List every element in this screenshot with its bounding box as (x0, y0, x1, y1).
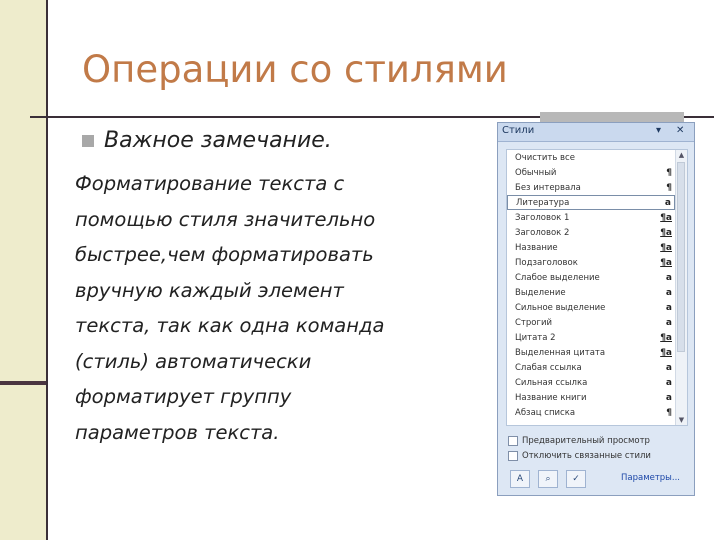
option-preview[interactable]: Предварительный просмотр (508, 436, 650, 446)
style-item[interactable]: Абзац списка ¶ (507, 405, 675, 420)
style-type-icon: ¶a (660, 257, 672, 268)
preview-checkbox[interactable] (508, 436, 518, 446)
scroll-thumb[interactable] (677, 162, 685, 352)
style-type-icon: ¶ (666, 182, 672, 193)
style-item[interactable]: Название ¶a (507, 240, 675, 255)
style-item-label: Выделенная цитата (515, 347, 606, 358)
style-item-label: Заголовок 1 (515, 212, 570, 223)
style-type-icon: a (665, 317, 672, 328)
pane-menu-chevron-icon[interactable]: ▾ (656, 125, 661, 137)
body-line: текста, так как одна команда (75, 314, 385, 337)
body-paragraph: Форматирование текста с помощью стиля зн… (75, 166, 480, 450)
style-item-label: Подзаголовок (515, 257, 578, 268)
style-inspector-icon[interactable]: ⌕ (538, 470, 558, 488)
style-item-label: Название (515, 242, 558, 253)
screenshot-shadow-strip (540, 112, 684, 122)
option-preview-label: Предварительный просмотр (522, 436, 650, 446)
body-line: Форматирование текста с (75, 172, 345, 195)
style-item[interactable]: Слабая ссылка a (507, 360, 675, 375)
style-type-icon: a (665, 377, 672, 388)
styles-pane-title: Стили (502, 125, 535, 136)
style-item-label: Сильное выделение (515, 302, 606, 313)
style-type-icon: ¶ (666, 167, 672, 178)
style-item-label: Слабое выделение (515, 272, 600, 283)
style-type-icon: a (665, 392, 672, 403)
style-item[interactable]: Обычный ¶ (507, 165, 675, 180)
style-item[interactable]: Без интервала ¶ (507, 180, 675, 195)
style-item-label: Заголовок 2 (515, 227, 570, 238)
styles-scrollbar[interactable]: ▲ ▼ (675, 150, 687, 425)
style-item[interactable]: Слабое выделение a (507, 270, 675, 285)
disable-linked-checkbox[interactable] (508, 451, 518, 461)
style-item-label: Сильная ссылка (515, 377, 588, 388)
style-type-icon: ¶a (660, 227, 672, 238)
pane-close-icon[interactable]: ✕ (676, 125, 684, 137)
style-item[interactable]: Заголовок 2 ¶a (507, 225, 675, 240)
style-item-label: Слабая ссылка (515, 362, 582, 373)
styles-pane-header: Стили ▾ ✕ (498, 123, 694, 142)
style-item-label: Название книги (515, 392, 587, 403)
body-line: быстрее,чем форматировать (75, 243, 374, 266)
style-type-icon: a (665, 272, 672, 283)
style-item-label: Строгий (515, 317, 552, 328)
style-type-icon: ¶a (660, 212, 672, 223)
body-line: помощью стиля значительно (75, 207, 376, 231)
left-accent-bar (0, 381, 46, 385)
style-item[interactable]: Выделенная цитата ¶a (507, 345, 675, 360)
scroll-down-arrow-icon[interactable]: ▼ (676, 415, 687, 425)
style-item-label: Литература (516, 197, 570, 208)
style-item[interactable]: Цитата 2 ¶a (507, 330, 675, 345)
body-line: параметров текста. (75, 420, 280, 444)
params-link[interactable]: Параметры... (621, 473, 680, 483)
pane-button-row: A ⌕ ✓ Параметры... (506, 470, 686, 490)
style-type-icon: a (664, 197, 671, 208)
bullet-square-icon (82, 134, 94, 147)
option-disable-linked[interactable]: Отключить связанные стили (508, 451, 651, 461)
style-item-label: Цитата 2 (515, 332, 556, 343)
body-line: форматирует группу (75, 385, 292, 408)
slide-title: Операции со стилями (82, 48, 508, 91)
style-item-label: Выделение (515, 287, 566, 298)
style-item[interactable]: Сильное выделение a (507, 300, 675, 315)
style-type-icon: ¶ (666, 407, 672, 418)
body-line: (стиль) автоматически (75, 349, 312, 373)
bullet-text: Важное замечание. (104, 128, 332, 153)
bullet-item: Важное замечание. (82, 128, 332, 153)
manage-styles-icon[interactable]: ✓ (566, 470, 586, 488)
style-item[interactable]: Выделение a (507, 285, 675, 300)
new-style-icon[interactable]: A (510, 470, 530, 488)
style-item-label: Обычный (515, 167, 557, 178)
style-type-icon: ¶a (660, 347, 672, 358)
style-item[interactable]: Сильная ссылка a (507, 375, 675, 390)
body-line: вручную каждый элемент (75, 278, 344, 302)
styles-list-box: Очистить все Обычный ¶ Без интервала ¶ Литера… (506, 149, 688, 426)
style-item[interactable]: Заголовок 1 ¶a (507, 210, 675, 225)
style-type-icon: ¶a (660, 332, 672, 343)
style-item[interactable]: Название книги a (507, 390, 675, 405)
style-type-icon: a (665, 287, 672, 298)
style-item-label: Абзац списка (515, 407, 576, 418)
style-item[interactable]: Подзаголовок ¶a (507, 255, 675, 270)
styles-pane: Стили ▾ ✕ Очистить все Обычный ¶ Без интерв… (497, 122, 695, 496)
style-type-icon: a (665, 302, 672, 313)
styles-list: Очистить все Обычный ¶ Без интервала ¶ Литера… (507, 150, 675, 425)
style-item[interactable]: Литература a (507, 195, 675, 210)
style-item[interactable]: Строгий a (507, 315, 675, 330)
left-divider-line (46, 0, 48, 540)
style-item-label: Без интервала (515, 182, 581, 193)
style-type-icon: ¶a (660, 242, 672, 253)
option-disable-linked-label: Отключить связанные стили (522, 451, 651, 461)
style-item[interactable]: Очистить все (507, 150, 675, 165)
style-item-label: Очистить все (515, 152, 575, 163)
scroll-up-arrow-icon[interactable]: ▲ (676, 150, 687, 160)
left-decorative-band (0, 0, 46, 540)
style-type-icon: a (665, 362, 672, 373)
